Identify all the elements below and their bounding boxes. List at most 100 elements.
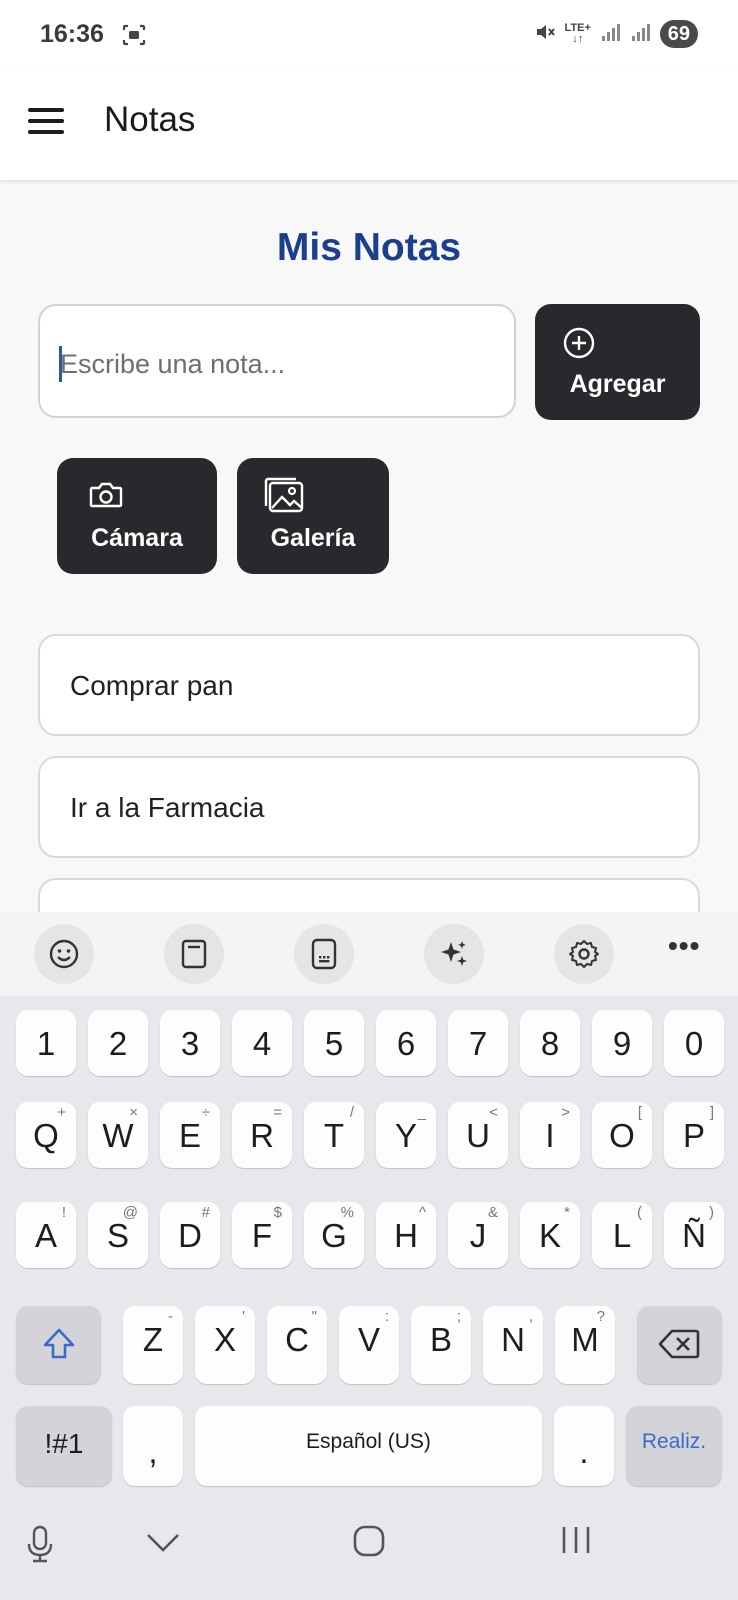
settings-gear-icon[interactable]: [554, 924, 614, 984]
key-ñ[interactable]: Ñ): [664, 1202, 724, 1268]
key-l-alt-label: (: [637, 1204, 642, 1221]
key-u-alt-label: <: [489, 1104, 498, 1121]
key-w-label: W: [102, 1117, 134, 1154]
key-y[interactable]: Y _: [376, 1102, 436, 1168]
key-r-label: R: [250, 1117, 274, 1154]
key-g-label: G: [321, 1217, 347, 1254]
key-a-alt-label: !: [61, 1204, 66, 1221]
page-title: Mis Notas: [276, 226, 462, 269]
key-m-alt-label: ?: [596, 1308, 605, 1325]
key-x[interactable]: X ': [195, 1306, 255, 1384]
key-e-alt-label: ÷: [201, 1104, 210, 1121]
note-item[interactable]: Ir a la Farmacia: [38, 756, 700, 858]
note-item[interactable]: Comprar pan: [38, 634, 700, 736]
key-v-alt-label: :: [384, 1308, 389, 1325]
key-h[interactable]: H ^: [376, 1202, 436, 1268]
key-3[interactable]: 3: [160, 1010, 220, 1076]
symbols-key[interactable]: !#1: [16, 1406, 112, 1486]
key-t-label: T: [323, 1117, 345, 1154]
key-h-label: H: [394, 1217, 418, 1254]
key-0[interactable]: 0: [664, 1010, 724, 1076]
key-9[interactable]: 9: [592, 1010, 652, 1076]
key-z[interactable]: Z-: [123, 1306, 183, 1384]
add-button[interactable]: Agregar: [535, 304, 700, 420]
key-n-label: N: [501, 1321, 525, 1358]
key-g[interactable]: G%: [304, 1202, 364, 1268]
home-icon[interactable]: [352, 1524, 386, 1563]
key-m[interactable]: M?: [555, 1306, 615, 1384]
camera-button[interactable]: Cámara: [57, 458, 217, 574]
key-f[interactable]: F $: [232, 1202, 292, 1268]
key-v[interactable]: V:: [339, 1306, 399, 1384]
emoji-icon[interactable]: [34, 924, 94, 984]
key-e[interactable]: E ÷: [160, 1102, 220, 1168]
network-type: LTE+ ↓↑: [564, 22, 591, 45]
key-2[interactable]: 2: [88, 1010, 148, 1076]
gallery-button[interactable]: Galería: [237, 458, 389, 574]
mute-icon: [534, 21, 556, 48]
key-k[interactable]: K *: [520, 1202, 580, 1268]
sparkle-icon[interactable]: [424, 924, 484, 984]
key-s[interactable]: S @: [88, 1202, 148, 1268]
key-4[interactable]: 4: [232, 1010, 292, 1076]
key-q[interactable]: Q +: [16, 1102, 76, 1168]
space-key[interactable]: Español (US): [195, 1406, 542, 1486]
key-b-alt-label: ;: [456, 1308, 461, 1325]
key-u-label: U: [466, 1117, 490, 1154]
key-i[interactable]: I >: [520, 1102, 580, 1168]
key-o[interactable]: O[: [592, 1102, 652, 1168]
keyboard-mode-icon[interactable]: [294, 924, 354, 984]
main-content: Mis Notas Escribe una nota... Agregar Cá…: [0, 180, 738, 912]
gallery-icon: [264, 476, 306, 519]
key-x-label: X: [213, 1321, 236, 1358]
key-t[interactable]: T /: [304, 1102, 364, 1168]
key-s-alt-label: @: [122, 1204, 138, 1221]
battery-indicator: 69: [659, 20, 698, 48]
key-7-label: 7: [468, 1025, 488, 1062]
key-b[interactable]: B;: [411, 1306, 471, 1384]
signal-icon-2: [630, 21, 652, 48]
key-k-label: K: [538, 1217, 561, 1254]
key-1[interactable]: 1: [16, 1010, 76, 1076]
microphone-icon[interactable]: [25, 1524, 55, 1569]
key-l-label: L: [612, 1217, 632, 1254]
key-c-label: C: [285, 1321, 309, 1358]
key-3-label: 3: [180, 1025, 200, 1062]
key-0-label: 0: [684, 1025, 704, 1062]
menu-icon[interactable]: [28, 108, 66, 138]
key-8[interactable]: 8: [520, 1010, 580, 1076]
key-v-label: V: [357, 1321, 380, 1358]
key-e-label: E: [178, 1117, 201, 1154]
key-p[interactable]: P]: [664, 1102, 724, 1168]
gallery-button-label: Galería: [270, 524, 356, 552]
note-item[interactable]: [38, 878, 700, 912]
comma-key[interactable]: ,: [123, 1406, 183, 1486]
note-input[interactable]: Escribe una nota...: [38, 304, 516, 418]
backspace-key[interactable]: [637, 1306, 722, 1384]
recent-apps-icon[interactable]: [560, 1524, 592, 1561]
key-n[interactable]: N,: [483, 1306, 543, 1384]
key-7[interactable]: 7: [448, 1010, 508, 1076]
key-l[interactable]: L(: [592, 1202, 652, 1268]
key-5[interactable]: 5: [304, 1010, 364, 1076]
camera-icon: [88, 480, 124, 515]
key-w-alt-label: ×: [129, 1104, 138, 1121]
key-d[interactable]: D #: [160, 1202, 220, 1268]
key-j[interactable]: J &: [448, 1202, 508, 1268]
chevron-down-icon[interactable]: [145, 1532, 181, 1559]
shift-key[interactable]: [16, 1306, 101, 1384]
key-d-alt-label: #: [201, 1204, 210, 1221]
period-key[interactable]: .: [554, 1406, 614, 1486]
key-i-label: I: [545, 1117, 555, 1154]
key-6[interactable]: 6: [376, 1010, 436, 1076]
more-options-icon[interactable]: •••: [668, 930, 700, 962]
clipboard-icon[interactable]: [164, 924, 224, 984]
key-w[interactable]: W ×: [88, 1102, 148, 1168]
done-key[interactable]: Realiz.: [626, 1406, 722, 1486]
key-q-alt-label: +: [57, 1104, 66, 1121]
key-a[interactable]: A!: [16, 1202, 76, 1268]
key-c[interactable]: C ": [267, 1306, 327, 1384]
key-r[interactable]: R =: [232, 1102, 292, 1168]
key-8-label: 8: [540, 1025, 560, 1062]
key-u[interactable]: U <: [448, 1102, 508, 1168]
